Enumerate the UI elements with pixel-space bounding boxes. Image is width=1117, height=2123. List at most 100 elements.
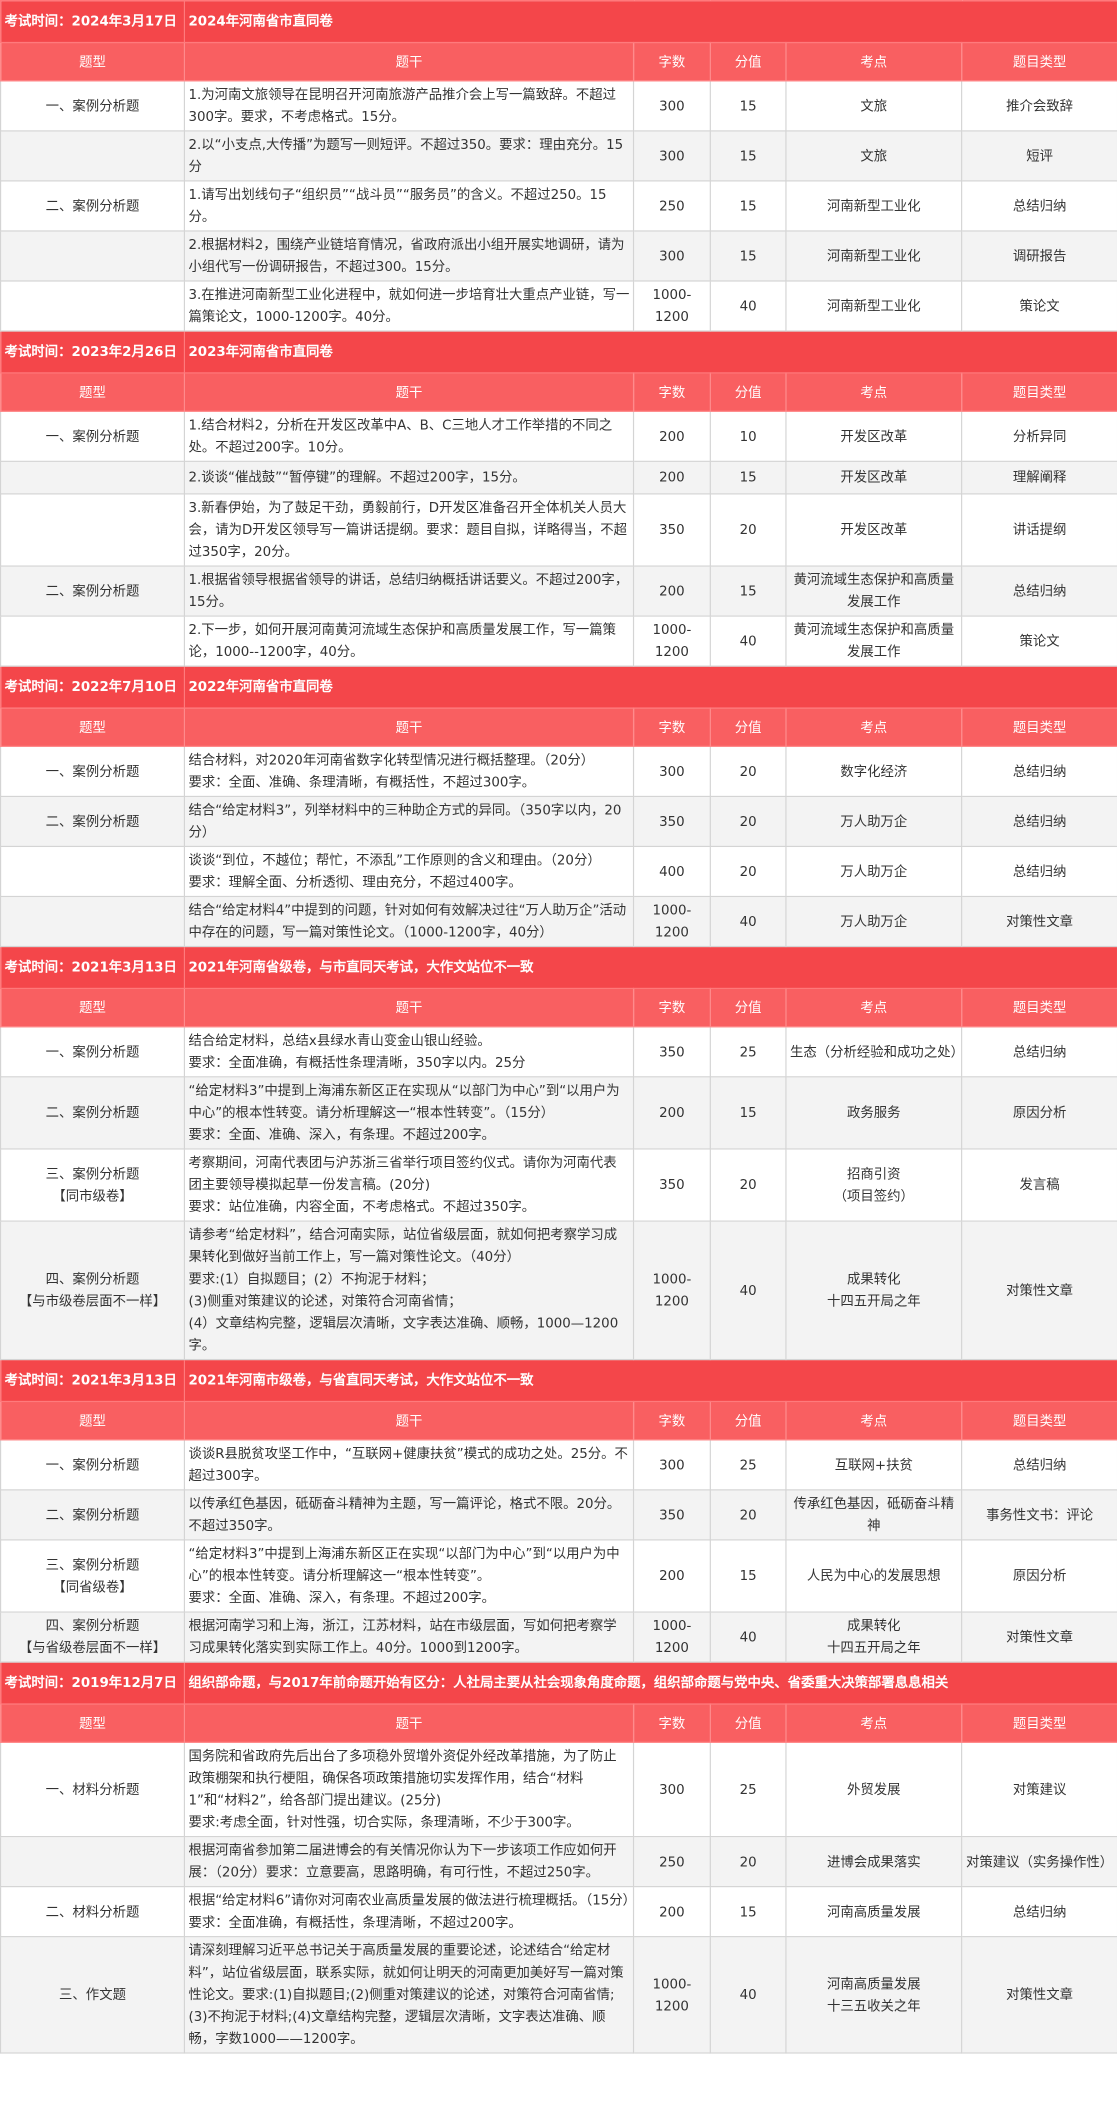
question-category: 原因分析 [961,1539,1117,1613]
question-stem: 1.为河南文旅领导在昆明召开河南旅游产品推介会上写一篇致辞。不超过300字。要求… [188,86,617,125]
exam-point-cell: 外贸发展 [785,1741,963,1838]
question-stem: 根据“给定材料6”请你对河南农业高质量发展的做法进行梳理概括。（15分）要求：全… [188,1891,630,1931]
question-category: 短评 [961,130,1117,182]
question-category: 总结归纳 [961,845,1117,898]
exam-questions-table: 考试时间：2024年3月17日 2024年河南省市直同卷 题型 题干 字数 分值 考点 题目类… [0,0,1117,2054]
word-count: 200 [632,1076,711,1150]
table-row: 二、案例分析题 1.请写出划线句子“组织员”“战斗员”“服务员”的含义。不超过25… [0,180,1117,232]
question-stem: 结合材料，对2020年河南省数字化转型情况进行概括整理。（20分） [188,751,595,768]
column-header: 字数 [632,41,711,82]
score: 40 [709,615,787,667]
score: 15 [709,230,787,282]
question-type-cell: 一、案例分析题 [0,1026,185,1078]
table-row: 2.谈谈“催战鼓”“暂停键”的理解。不超过200字，15分。 200 15 开发区改革… [0,460,1117,495]
word-count: 300 [632,1439,711,1491]
word-count: 1000-1200 [632,615,711,667]
table-body: 考试时间：2024年3月17日 2024年河南省市直同卷 题型 题干 字数 分值 考点 题目类… [0,0,1117,2054]
exam-point-cell: 河南新型工业化 [785,180,963,232]
exam-point: 十四五开局之年 [826,1292,921,1309]
table-row: 四、案例分析题 【与市级卷层面不一样】 请参考“给定材料”，结合河南实际，站位省级层… [0,1220,1117,1361]
exam-point: 招商引资 [847,1165,901,1182]
question-stem-cell: 1.根据省领导根据省领导的讲话，总结归纳概括讲话要义。不超过200字，15分。 [183,565,635,617]
question-stem: 要求:(1）自拟题目；(2）不拘泥于材料； [188,1270,435,1287]
question-type-cell: 四、案例分析题 【与市级卷层面不一样】 [0,1220,185,1361]
word-count: 1000-1200 [632,1220,711,1361]
word-count: 200 [632,460,711,495]
word-count: 250 [632,180,711,232]
score: 15 [709,1076,787,1150]
exam-point-cell: 河南高质量发展 [785,1886,963,1938]
question-category: 分析异同 [961,410,1117,462]
question-type: 二、案例分析题 [45,197,140,214]
question-category: 对策建议（实务操作性） [961,1836,1117,1888]
question-type-cell: 一、材料分析题 [0,1741,185,1838]
table-row: 3.新春伊始，为了鼓足干劲，勇毅前行，D开发区准备召开全体机关人员大会，请为D开… [0,493,1117,567]
column-header-row: 题型 题干 字数 分值 考点 题目类型 [0,707,1117,747]
question-type: 一、材料分析题 [45,1780,140,1798]
question-stem: 2.根据材料2，围绕产业链培育情况，省政府派出小组开展实地调研，请为小组代写一份… [188,236,625,275]
exam-point: 文旅 [860,147,888,164]
score: 25 [709,1439,787,1491]
question-category: 总结归纳 [961,745,1117,797]
question-stem: 结合“给定材料3”，列举材料中的三种助企方式的异同。（350字以内，20分） [188,801,622,841]
column-header-row: 题型 题干 字数 分值 考点 题目类型 [0,1703,1117,1743]
column-header: 考点 [785,41,963,82]
question-type: 一、案例分析题 [45,1043,140,1060]
exam-point-cell: 文旅 [785,130,963,182]
column-header: 考点 [785,707,963,747]
question-category: 对策性文章 [961,895,1117,948]
table-row: 结合“给定材料4”中提到的问题，针对如何有效解决过往“万人助万企”活动中存在的问… [0,895,1117,948]
column-header: 分值 [709,707,787,747]
question-category: 事务性文书：评论 [961,1489,1117,1541]
score: 15 [709,565,787,617]
column-header: 题干 [183,372,635,412]
exam-time: 考试时间：2022年7月10日 [0,665,185,709]
column-header: 分值 [709,987,787,1028]
column-header-row: 题型 题干 字数 分值 考点 题目类型 [0,372,1117,412]
question-type-cell [0,280,185,332]
exam-section-header: 考试时间：2019年12月7日 组织部命题，与2017年前命题开始有区分：人社局主… [0,1661,1117,1705]
question-stem: 要求：全面、准确、深入，有条理。不超过200字。 [188,1589,496,1606]
question-stem: 3.新春伊始，为了鼓足干劲，勇毅前行，D开发区准备召开全体机关人员大会，请为D开… [188,499,627,560]
table-row: 二、案例分析题 结合“给定材料3”，列举材料中的三种助企方式的异同。（350字以内… [0,795,1117,848]
exam-point: 河南新型工业化 [826,297,921,314]
exam-section-header: 考试时间：2022年7月10日 2022年河南省市直同卷 [0,665,1117,709]
table-row: 四、案例分析题 【与省级卷层面不一样】 根据河南学习和上海，浙江，江苏材料，站在市级… [0,1611,1117,1663]
question-stem-cell: 2.以“小支点,大传播”为题写一则短评。不超过350。要求：理由充分。15分 [183,130,635,182]
table-row: 谈谈“到位，不越位；帮忙，不添乱”工作原则的含义和理由。（20分） 要求：理解全面… [0,845,1117,898]
question-category: 总结归纳 [961,1439,1117,1491]
table-row: 2.以“小支点,大传播”为题写一则短评。不超过350。要求：理由充分。15分 30… [0,130,1117,182]
question-type-cell [0,895,185,948]
question-stem: 考察期间，河南代表团与沪苏浙三省举行项目签约仪式。请你为河南代表团主要领导模拟起… [188,1154,617,1193]
question-category: 理解阐释 [961,460,1117,495]
word-count: 300 [632,745,711,797]
word-count: 300 [632,230,711,282]
question-stem: 请深刻理解习近平总书记关于高质量发展的重要论述，论述结合“给定材料”，站位省级层… [188,1941,624,2047]
question-type-cell: 二、材料分析题 [0,1886,185,1938]
column-header: 考点 [785,1400,963,1441]
column-header: 题型 [0,41,185,82]
question-type: 三、作文题 [59,1986,126,2003]
column-header: 题目类型 [961,1703,1117,1743]
question-stem: 要求：全面、准确、条理清晰，有概括性，不超过300字。 [188,773,536,791]
exam-table-page: 考试时间：2024年3月17日 2024年河南省市直同卷 题型 题干 字数 分值 考点 题目类… [0,0,1117,2123]
exam-point-cell: 进博会成果落实 [785,1836,963,1888]
column-header: 题干 [183,987,635,1028]
table-row: 一、案例分析题 1.结合材料2，分析在开发区改革中A、B、C三地人才工作举措的不同… [0,410,1117,462]
score: 20 [709,745,787,797]
question-stem-cell: 国务院和省政府先后出台了多项稳外贸增外资促外经改革措施，为了防止政策棚架和执行梗… [183,1741,635,1838]
exam-point: 开发区改革 [840,427,908,444]
column-header: 题型 [0,987,185,1028]
table-row: 3.在推进河南新型工业化进程中，就如何进一步培育壮大重点产业链，写一篇策论文，1… [0,280,1117,332]
question-category: 对策性文章 [961,1611,1117,1663]
question-type: 三、案例分析题 [45,1165,140,1182]
word-count: 300 [632,130,711,182]
question-type: 【与省级卷层面不一样】 [18,1639,167,1656]
question-category: 原因分析 [961,1076,1117,1150]
question-type: 二、材料分析题 [45,1902,140,1920]
question-category: 总结归纳 [961,180,1117,232]
column-header: 题干 [183,1400,635,1441]
column-header: 题型 [0,372,185,412]
exam-point-cell: 招商引资 （项目签约） [785,1148,963,1222]
score: 15 [709,80,787,132]
